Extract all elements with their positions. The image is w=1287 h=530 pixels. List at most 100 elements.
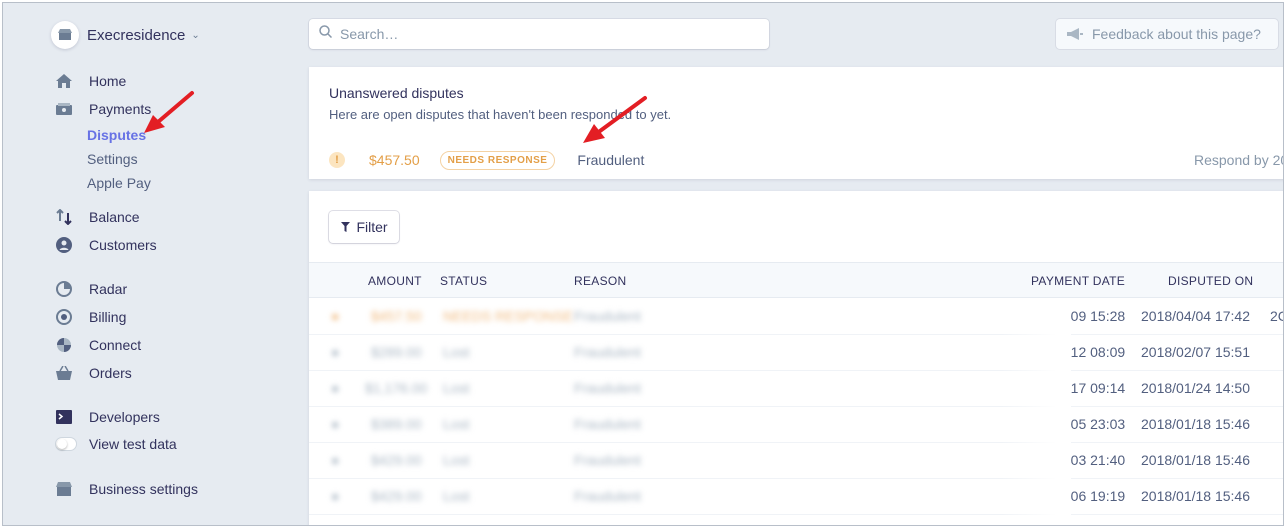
column-status[interactable]: STATUS [440,274,487,288]
row-disputed-on: 2018/01/18 15:46 [1141,416,1250,432]
disputes-table-card: Filter AMOUNT STATUS REASON PAYMENT DATE… [309,191,1283,525]
sidebar-item-label: Customers [89,237,157,253]
sidebar-item-label: Billing [89,309,127,325]
blur-mask [1001,443,1071,479]
sidebar-item-radar[interactable]: Radar [55,280,127,298]
store-icon [55,480,73,498]
connect-icon [55,336,73,354]
row-status: Lost [443,488,470,504]
status-badge: NEEDS RESPONSE [439,150,556,170]
app-window: Execresidence ⌄ Home Payments Disputes S… [2,2,1284,526]
row-disputed-on: 2018/04/04 17:42 [1141,308,1250,324]
respond-by: Respond by 20 [1194,152,1284,168]
filter-label: Filter [356,219,388,235]
store-icon [51,21,79,49]
blur-mask [1001,335,1071,371]
row-amount: $389.00 [371,416,422,432]
sidebar-item-developers[interactable]: Developers [55,408,160,426]
view-test-data-toggle[interactable]: View test data [55,436,177,452]
search-icon [319,25,333,43]
row-reason: Fraudulent [574,308,641,324]
dispute-reason: Fraudulent [577,152,645,168]
basket-icon [55,364,73,382]
table-row[interactable]: ● $1,176.00 Lost Fraudulent 1/17 09:14 2… [309,371,1283,407]
account-name: Execresidence [87,26,186,44]
billing-icon [55,308,73,326]
megaphone-icon [1066,25,1084,43]
row-amount: $289.00 [371,344,422,360]
payments-icon [55,100,73,118]
row-amount: $457.50 [371,308,422,324]
sidebar-item-customers[interactable]: Customers [55,236,157,254]
filter-icon [340,218,350,236]
row-reason: Fraudulent [574,380,641,396]
search-input[interactable] [340,26,740,42]
sidebar-item-billing[interactable]: Billing [55,308,126,326]
toggle-label: View test data [89,436,177,452]
sidebar-item-balance[interactable]: Balance [55,208,140,226]
row-disputed-on: 2018/02/07 15:51 [1141,344,1250,360]
home-icon [55,72,73,90]
column-payment-date[interactable]: PAYMENT DATE [1031,274,1125,288]
row-status: NEEDS RESPONSE [443,308,573,324]
sidebar-item-label: Business settings [89,481,198,497]
table-header: AMOUNT STATUS REASON PAYMENT DATE DISPUT… [309,262,1283,298]
sidebar: Execresidence ⌄ Home Payments Disputes S… [3,3,303,525]
row-reason: Fraudulent [574,488,641,504]
toggle-switch[interactable] [55,437,77,451]
sidebar-item-home[interactable]: Home [55,72,126,90]
filter-button[interactable]: Filter [329,211,399,243]
table-row[interactable]: ● $429.00 Lost Fraudulent 1/06 19:19 201… [309,479,1283,515]
sidebar-item-label: Orders [89,365,132,381]
sidebar-item-payments[interactable]: Payments [55,100,151,118]
row-disputed-on: 2018/01/24 14:50 [1141,380,1250,396]
table-row[interactable]: ● $389.00 Lost Fraudulent 1/05 23:03 201… [309,407,1283,443]
customers-icon [55,236,73,254]
table-row[interactable]: ● $457.50 NEEDS RESPONSE Fraudulent 3/09… [309,299,1283,335]
sidebar-item-label: Payments [89,101,152,117]
sidebar-subitem-settings[interactable]: Settings [87,151,138,167]
row-status: Lost [443,380,470,396]
blur-mask [1001,479,1071,515]
radar-icon [55,280,73,298]
column-amount[interactable]: AMOUNT [368,274,422,288]
status-dot: ● [331,416,340,432]
sidebar-item-business-settings[interactable]: Business settings [55,480,198,498]
blur-mask [1001,299,1071,335]
sidebar-item-label: Radar [89,281,128,297]
dispute-amount: $457.50 [369,152,420,168]
column-reason[interactable]: REASON [574,274,626,288]
status-dot: ● [331,344,340,360]
sidebar-subitem-disputes[interactable]: Disputes [87,127,146,143]
sidebar-item-label: Balance [89,209,140,225]
sidebar-item-connect[interactable]: Connect [55,336,141,354]
status-dot: ● [331,308,340,324]
search-bar[interactable] [309,19,769,49]
sidebar-item-label: Connect [89,337,142,353]
balance-icon [55,208,73,226]
row-status: Lost [443,452,470,468]
sidebar-item-orders[interactable]: Orders [55,364,132,382]
row-status: Lost [443,416,470,432]
table-row[interactable]: ● $289.00 Lost Fraudulent 1/12 08:09 201… [309,335,1283,371]
row-amount: $429.00 [371,488,422,504]
row-reason: Fraudulent [574,416,641,432]
status-dot: ● [331,488,340,504]
row-disputed-on: 2018/01/18 15:46 [1141,488,1250,504]
column-disputed-on[interactable]: DISPUTED ON [1168,274,1253,288]
row-reason: Fraudulent [574,344,641,360]
row-reason: Fraudulent [574,452,641,468]
table-row[interactable]: ● $429.00 Lost Fraudulent 1/03 21:40 201… [309,443,1283,479]
row-extra: 2C [1270,308,1283,324]
unanswered-dispute-row[interactable]: ! $457.50 NEEDS RESPONSE Fraudulent Resp… [329,149,1284,171]
status-dot: ● [331,380,340,396]
sidebar-subitem-apple-pay[interactable]: Apple Pay [87,175,151,191]
row-status: Lost [443,344,470,360]
feedback-button[interactable]: Feedback about this page? [1056,19,1278,49]
terminal-icon [55,408,73,426]
blur-mask [1001,371,1071,407]
feedback-label: Feedback about this page? [1092,26,1261,42]
sidebar-item-label: Home [89,73,127,89]
chevron-down-icon: ⌄ [191,29,200,41]
account-switcher[interactable]: Execresidence ⌄ [51,21,200,49]
